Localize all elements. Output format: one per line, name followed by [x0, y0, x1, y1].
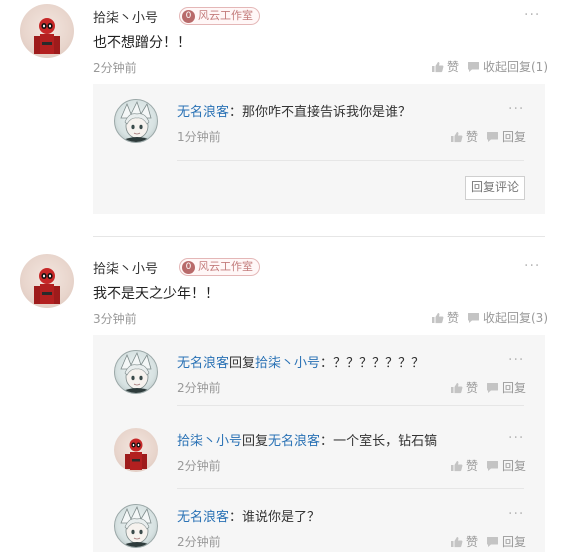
avatar[interactable]	[114, 504, 158, 548]
deadpool-avatar-icon	[34, 268, 60, 304]
more-dots-icon[interactable]: ···	[508, 430, 524, 446]
collapse-replies-label: 收起回复(3)	[483, 311, 548, 325]
reply-button[interactable]: 回复	[486, 379, 526, 396]
more-dots-icon[interactable]: ···	[524, 258, 540, 274]
thumbs-up-icon	[451, 131, 463, 142]
more-dots-icon[interactable]: ···	[524, 7, 540, 23]
thumbs-up-icon	[451, 382, 463, 393]
reply-text: 那你咋不直接告诉我你是谁？	[242, 105, 412, 120]
reply-author[interactable]: 无名浪客	[177, 356, 229, 371]
reply-time: 2分钟前	[177, 459, 221, 473]
reply-separator: ：	[320, 356, 334, 371]
reply-author[interactable]: 无名浪客	[177, 105, 229, 120]
reply-separator: ：	[229, 510, 243, 525]
reply-line: 无名浪客：那你咋不直接告诉我你是谁？	[177, 101, 411, 120]
speech-bubble-icon	[487, 382, 498, 393]
divider	[177, 405, 524, 406]
reply-label: 回复	[502, 459, 527, 473]
studio-badge[interactable]: 0 风云工作室	[179, 258, 260, 276]
reply-time: 2分钟前	[177, 381, 221, 395]
anime-avatar-icon	[120, 351, 152, 393]
badge-level: 0	[182, 9, 195, 23]
like-label: 赞	[466, 459, 479, 473]
avatar[interactable]	[114, 428, 158, 472]
reply-target[interactable]: 无名浪客	[268, 434, 320, 449]
comment-author[interactable]: 拾柒丶小号	[93, 7, 158, 26]
more-dots-icon[interactable]: ···	[508, 506, 524, 522]
like-button[interactable]: 赞	[431, 309, 459, 326]
reply-separator: ：	[229, 105, 243, 120]
reply-target[interactable]: 拾柒丶小号	[255, 356, 320, 371]
like-button[interactable]: 赞	[450, 533, 478, 550]
speech-bubble-icon	[487, 460, 498, 471]
like-button[interactable]: 赞	[450, 128, 478, 145]
comment-content: 也不想蹭分！！	[93, 35, 191, 51]
like-button[interactable]: 赞	[450, 457, 478, 474]
more-dots-icon[interactable]: ···	[508, 352, 524, 368]
comment-divider	[93, 236, 545, 237]
thumbs-up-icon	[432, 312, 444, 323]
avatar[interactable]	[114, 99, 158, 143]
reply-button[interactable]: 回复	[486, 533, 526, 550]
reply-panel: 无名浪客：那你咋不直接告诉我你是谁？ ··· 1分钟前 赞 回复 回复评论	[93, 84, 545, 214]
like-label: 赞	[466, 130, 479, 144]
reply-button[interactable]: 回复	[486, 128, 526, 145]
reply-author[interactable]: 无名浪客	[177, 510, 229, 525]
reply-button[interactable]: 回复	[486, 457, 526, 474]
more-dots-icon[interactable]: ···	[508, 101, 524, 117]
collapse-replies-label: 收起回复(1)	[483, 60, 548, 74]
collapse-replies-button[interactable]: 收起回复(3)	[467, 309, 548, 326]
speech-bubble-icon	[487, 131, 498, 142]
reply-word: 回复	[242, 434, 269, 449]
badge-label: 风云工作室	[198, 260, 253, 273]
reply-text: 一个室长，钻石镐	[333, 434, 438, 449]
reply-time: 2分钟前	[177, 535, 221, 549]
reply-time: 1分钟前	[177, 130, 221, 144]
reply-text: 谁说你是了？	[242, 510, 321, 525]
reply-line: 无名浪客：谁说你是了？	[177, 506, 320, 525]
thumbs-up-icon	[451, 460, 463, 471]
divider	[177, 488, 524, 489]
anime-avatar-icon	[120, 505, 152, 547]
comment-time: 2分钟前	[93, 61, 137, 75]
like-label: 赞	[447, 60, 460, 74]
deadpool-avatar-icon	[34, 18, 60, 54]
like-button[interactable]: 赞	[431, 58, 459, 75]
reply-label: 回复	[502, 535, 527, 549]
thumbs-up-icon	[432, 61, 444, 72]
avatar[interactable]	[20, 4, 74, 58]
like-button[interactable]: 赞	[450, 379, 478, 396]
comment-time: 3分钟前	[93, 312, 137, 326]
comment-content: 我不是天之少年！！	[93, 286, 219, 302]
reply-line: 拾柒丶小号回复无名浪客：一个室长，钻石镐	[177, 430, 437, 449]
like-label: 赞	[466, 535, 479, 549]
reply-comment-button[interactable]: 回复评论	[465, 176, 525, 200]
reply-separator: ：	[320, 434, 334, 449]
comment-author[interactable]: 拾柒丶小号	[93, 258, 158, 277]
divider	[177, 160, 524, 161]
speech-bubble-icon	[487, 536, 498, 547]
speech-bubble-icon	[468, 61, 479, 72]
like-label: 赞	[466, 381, 479, 395]
studio-badge[interactable]: 0 风云工作室	[179, 7, 260, 25]
avatar[interactable]	[20, 254, 74, 308]
reply-author[interactable]: 拾柒丶小号	[177, 434, 242, 449]
like-label: 赞	[447, 311, 460, 325]
reply-label: 回复	[502, 130, 527, 144]
speech-bubble-icon	[468, 312, 479, 323]
avatar[interactable]	[114, 350, 158, 394]
anime-avatar-icon	[120, 100, 152, 142]
collapse-replies-button[interactable]: 收起回复(1)	[467, 58, 548, 75]
reply-line: 无名浪客回复拾柒丶小号：？？？？？？？	[177, 352, 424, 371]
reply-text: ？？？？？？？	[333, 356, 425, 371]
reply-word: 回复	[229, 356, 256, 371]
reply-label: 回复	[502, 381, 527, 395]
badge-level: 0	[182, 260, 195, 274]
badge-label: 风云工作室	[198, 9, 253, 22]
deadpool-avatar-icon	[125, 438, 147, 470]
thumbs-up-icon	[451, 536, 463, 547]
reply-panel: 无名浪客回复拾柒丶小号：？？？？？？？ ··· 2分钟前 赞 回复 拾柒丶小号回…	[93, 335, 545, 552]
